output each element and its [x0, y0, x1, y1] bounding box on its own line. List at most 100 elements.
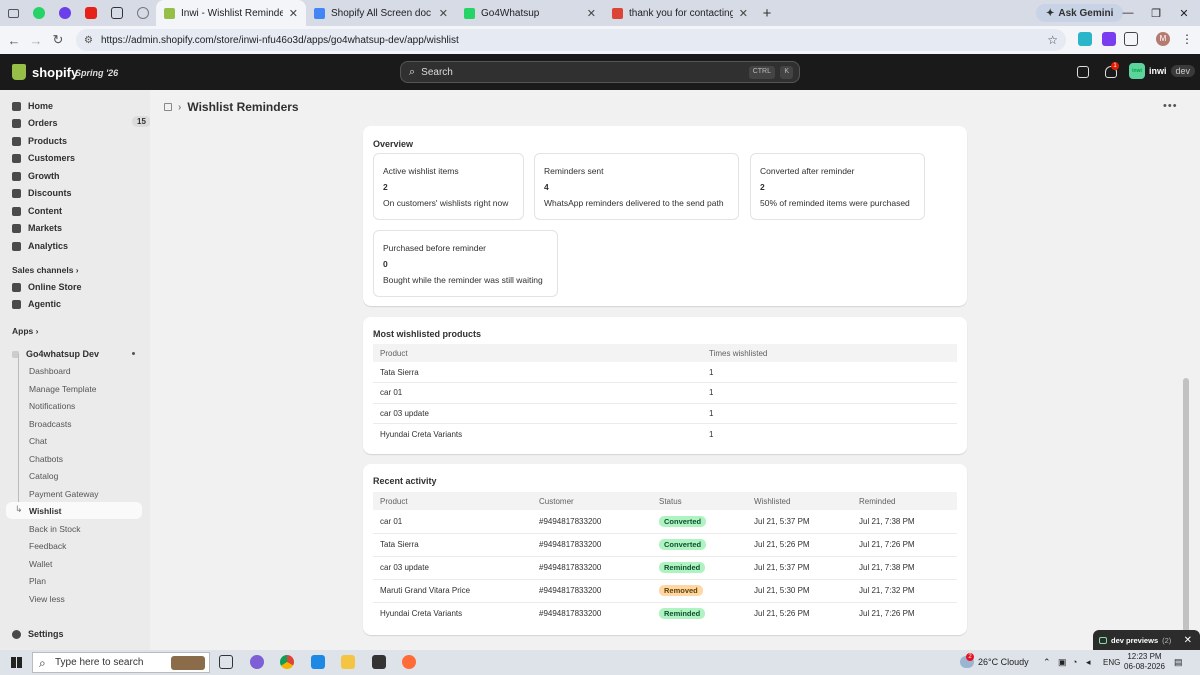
- tray-app-icon[interactable]: ▣: [1058, 657, 1067, 668]
- app-pin-dot[interactable]: [132, 352, 135, 355]
- close-icon[interactable]: ✕: [1184, 635, 1192, 646]
- app-page-manage-template[interactable]: Manage Template: [29, 384, 96, 394]
- sidebar-item-online-store[interactable]: Online Store: [12, 282, 82, 292]
- app-taskbar-icon[interactable]: [250, 655, 264, 669]
- gear-icon: [12, 629, 21, 639]
- file-explorer-icon[interactable]: [341, 655, 355, 669]
- app-page-chatbots[interactable]: Chatbots: [29, 454, 63, 464]
- sublime-icon[interactable]: [372, 655, 386, 669]
- back-icon[interactable]: ←: [3, 33, 25, 48]
- extension-icon[interactable]: [1078, 32, 1092, 46]
- sidebar-item-label: Content: [28, 206, 62, 216]
- sidebar-item-customers[interactable]: Customers: [12, 153, 75, 163]
- weather-text[interactable]: 26°C Cloudy: [978, 657, 1029, 667]
- close-tab-icon[interactable]: ✕: [587, 7, 596, 20]
- app-page-plan[interactable]: Plan: [29, 576, 46, 586]
- app-home-icon[interactable]: [164, 103, 172, 111]
- app-page-catalog[interactable]: Catalog: [29, 471, 58, 481]
- pinned-tab[interactable]: [26, 0, 52, 26]
- settings-link[interactable]: Settings: [12, 629, 64, 639]
- ask-gemini-button[interactable]: ✦ Ask Gemini: [1036, 4, 1124, 22]
- close-tab-icon[interactable]: ✕: [439, 7, 448, 20]
- clock[interactable]: 12:23 PM 06-08-2026: [1124, 652, 1165, 672]
- sidebar-item-discounts[interactable]: Discounts: [12, 188, 72, 198]
- url-bar[interactable]: ⚙ https://admin.shopify.com/store/inwi-n…: [76, 29, 1066, 51]
- chrome-icon[interactable]: [280, 655, 294, 669]
- vscode-icon[interactable]: [311, 655, 325, 669]
- sidebar-item-label: Customers: [28, 153, 76, 163]
- pinned-tab[interactable]: [0, 0, 26, 26]
- wifi-icon[interactable]: ◔: [1072, 657, 1077, 667]
- reload-icon[interactable]: ↻: [47, 32, 69, 48]
- reminded-cell: Jul 21, 7:32 PM: [852, 579, 957, 603]
- restore-icon[interactable]: ❐: [1142, 0, 1170, 26]
- pinned-tab[interactable]: [104, 0, 130, 26]
- browser-tab[interactable]: thank you for contacting our app ✕: [604, 0, 756, 26]
- extensions-puzzle-icon[interactable]: [1124, 32, 1138, 46]
- close-tab-icon[interactable]: ✕: [739, 7, 748, 20]
- column-header: Product: [373, 344, 702, 362]
- forward-icon[interactable]: →: [25, 33, 47, 48]
- minimize-icon[interactable]: —: [1114, 0, 1142, 26]
- language-indicator[interactable]: ENG: [1103, 658, 1120, 667]
- recent-activity-title: Recent activity: [373, 476, 437, 486]
- notification-center-icon[interactable]: ▤: [1174, 657, 1183, 668]
- admin-sidebar: Home Orders 15 Products Customers Growth Disco…: [0, 90, 151, 650]
- sidebar-item-products[interactable]: Products: [12, 136, 67, 146]
- sidebar-item-markets[interactable]: Markets: [12, 223, 62, 233]
- sidebar-item-growth[interactable]: Growth: [12, 171, 60, 181]
- pinned-tab[interactable]: [78, 0, 104, 26]
- site-info-icon[interactable]: ⚙: [84, 35, 93, 46]
- app-page-broadcasts[interactable]: Broadcasts: [29, 419, 72, 429]
- new-tab-button[interactable]: +: [756, 5, 778, 22]
- sidekick-icon[interactable]: [1077, 66, 1089, 78]
- taskbar-search[interactable]: ⌕ Type here to search: [32, 652, 210, 673]
- close-tab-icon[interactable]: ✕: [289, 7, 298, 20]
- tab-list: Inwi - Wishlist Reminders - Shopify✕Shop…: [156, 0, 756, 26]
- count-cell: 1: [702, 362, 957, 383]
- dev-previews-toast[interactable]: dev previews (2) ✕: [1093, 630, 1200, 650]
- store-switcher[interactable]: inwi inwi dev: [1129, 63, 1196, 79]
- weather-badge: 2: [966, 653, 974, 661]
- pinned-tab[interactable]: [52, 0, 78, 26]
- browser-tab[interactable]: Shopify All Screen doc - Google Docs ✕: [306, 0, 456, 26]
- customer-cell: #9494817833200: [539, 609, 602, 619]
- browser-tab[interactable]: Inwi - Wishlist Reminders - Shopify ✕: [156, 0, 306, 26]
- windows-start-icon[interactable]: [11, 657, 22, 668]
- task-view-icon[interactable]: [219, 655, 233, 669]
- bookmark-star-icon[interactable]: ☆: [1047, 33, 1058, 47]
- sales-channels-heading[interactable]: Sales channels ›: [12, 265, 79, 275]
- app-page-view-less[interactable]: View less: [29, 594, 65, 604]
- extension-icon[interactable]: [1102, 32, 1116, 46]
- admin-search[interactable]: ⌕ Search CTRL K: [400, 61, 800, 83]
- app-page-back-in-stock[interactable]: Back in Stock: [29, 524, 81, 534]
- speaker-icon[interactable]: ◂: [1086, 657, 1091, 668]
- sidebar-item-analytics[interactable]: Analytics: [12, 241, 68, 251]
- browser-menu-icon[interactable]: ⋮: [1180, 32, 1194, 46]
- app-page-wallet[interactable]: Wallet: [29, 559, 52, 569]
- tray-chevron-icon[interactable]: ⌃: [1043, 657, 1051, 668]
- sidebar-item-home[interactable]: Home: [12, 101, 53, 111]
- browser-tab[interactable]: Go4Whatsup ✕: [456, 0, 604, 26]
- sidebar-item-agentic[interactable]: Agentic: [12, 299, 61, 309]
- app-page-payment-gateway[interactable]: Payment Gateway: [29, 489, 98, 499]
- scrollbar-thumb[interactable]: [1183, 378, 1189, 640]
- app-page-wishlist[interactable]: Wishlist: [29, 506, 62, 516]
- sidebar-item-orders[interactable]: Orders 15: [12, 116, 151, 128]
- app-page-notifications[interactable]: Notifications: [29, 401, 75, 411]
- store-env-badge: dev: [1170, 65, 1196, 77]
- pinned-tab[interactable]: [130, 0, 156, 26]
- sidebar-item-content[interactable]: Content: [12, 206, 62, 216]
- app-page-chat[interactable]: Chat: [29, 436, 47, 446]
- app-page-feedback[interactable]: Feedback: [29, 541, 66, 551]
- app-page-dashboard[interactable]: Dashboard: [29, 366, 71, 376]
- apps-heading[interactable]: Apps ›: [12, 326, 38, 336]
- profile-avatar[interactable]: M: [1156, 32, 1170, 46]
- most-wishlisted-title: Most wishlisted products: [373, 329, 482, 339]
- close-window-icon[interactable]: ✕: [1170, 0, 1198, 26]
- more-actions-icon[interactable]: •••: [1163, 100, 1178, 112]
- postman-icon[interactable]: [402, 655, 416, 669]
- shopify-logo[interactable]: shopify: [12, 64, 78, 80]
- column-header: Customer: [532, 492, 652, 510]
- app-go4whatsup[interactable]: Go4whatsup Dev: [12, 349, 99, 359]
